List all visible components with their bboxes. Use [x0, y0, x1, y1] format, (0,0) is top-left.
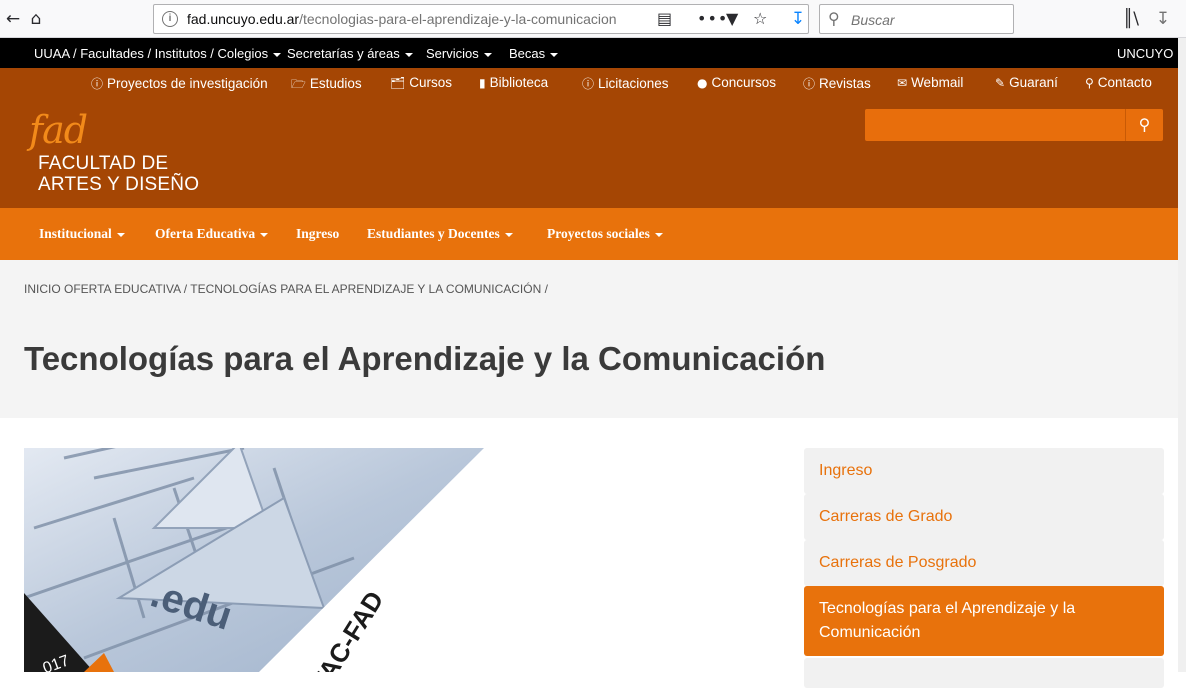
browser-search-input[interactable]: ⚲ Buscar: [819, 4, 1014, 34]
uncuyo-topbar: UUAA / Facultades / Institutos / Colegio…: [0, 38, 1186, 68]
util-item-biblioteca[interactable]: ▮ Biblioteca: [479, 75, 548, 90]
logo-line-2: ARTES Y DISEÑO: [38, 174, 200, 195]
reader-view-icon[interactable]: ▤: [657, 9, 672, 28]
logo-line-1: FACULTAD DE: [38, 153, 169, 174]
map-marker-icon: ⚲: [1085, 76, 1094, 90]
more-actions-icon[interactable]: •••: [697, 9, 728, 28]
url-text[interactable]: fad.uncuyo.edu.ar/tecnologias-para-el-ap…: [187, 11, 617, 27]
downloads-panel-icon[interactable]: ↧: [1152, 8, 1174, 30]
bookmark-star-icon[interactable]: ☆: [753, 9, 767, 28]
caret-down-icon: [483, 52, 492, 57]
caret-down-icon: [550, 52, 559, 57]
main-nav: Institucional Oferta Educativa Ingreso E…: [0, 208, 1186, 260]
book-icon: ▮: [479, 76, 486, 90]
scrollbar[interactable]: [1178, 38, 1186, 672]
util-item-guarani[interactable]: ✎ Guaraní: [995, 75, 1058, 90]
topbar-item-uuaa[interactable]: UUAA / Facultades / Institutos / Colegio…: [34, 46, 282, 61]
util-item-licitaciones[interactable]: ⓘ Licitaciones: [582, 75, 669, 92]
edit-icon: ✎: [995, 76, 1006, 90]
keyboard-illustration: .edu 017 TAC-FAD: [24, 448, 484, 672]
topbar-item-servicios[interactable]: Servicios: [426, 46, 492, 61]
breadcrumb[interactable]: INICIO OFERTA EDUCATIVA / TECNOLOGÍAS PA…: [24, 282, 548, 296]
browser-toolbar: ← ⌂ i fad.uncuyo.edu.ar/tecnologias-para…: [0, 0, 1186, 38]
address-bar[interactable]: i fad.uncuyo.edu.ar/tecnologias-para-el-…: [153, 4, 809, 34]
topbar-item-secretarias[interactable]: Secretarías y áreas: [287, 46, 413, 61]
home-icon[interactable]: ⌂: [25, 8, 47, 30]
util-item-concursos[interactable]: ● Concursos: [697, 75, 776, 90]
user-icon: ●: [697, 76, 708, 90]
util-item-revistas[interactable]: ⓘ Revistas: [803, 75, 871, 92]
page-header-area: INICIO OFERTA EDUCATIVA / TECNOLOGÍAS PA…: [0, 260, 1186, 418]
nav-item-ingreso[interactable]: Ingreso: [296, 226, 339, 242]
envelope-icon: ✉: [897, 76, 908, 90]
sidebar-item-carreras-posgrado[interactable]: Carreras de Posgrado: [804, 540, 1164, 586]
search-icon: ⚲: [1138, 115, 1151, 134]
info-icon: ⓘ: [91, 77, 104, 91]
caret-down-icon: [260, 232, 269, 237]
hero-image: .edu 017 TAC-FAD: [24, 448, 484, 672]
sidebar-item-tac[interactable]: Tecnologías para el Aprendizaje y la Com…: [804, 586, 1164, 656]
folder-icon: 🗁: [291, 77, 306, 91]
logo-mark: fad: [29, 108, 88, 152]
site-search-button[interactable]: ⚲: [1125, 109, 1163, 141]
caret-down-icon: [504, 232, 513, 237]
sidebar-item-ingreso[interactable]: Ingreso: [804, 448, 1164, 494]
nav-item-oferta-educativa[interactable]: Oferta Educativa: [155, 226, 269, 242]
folder-open-icon: 🗂: [390, 76, 406, 90]
util-item-cursos[interactable]: 🗂 Cursos: [390, 75, 452, 90]
sidebar-item-carreras-grado[interactable]: Carreras de Grado: [804, 494, 1164, 540]
info-icon[interactable]: i: [162, 11, 178, 27]
page-title: Tecnologías para el Aprendizaje y la Com…: [24, 340, 826, 377]
util-item-contacto[interactable]: ⚲ Contacto: [1085, 75, 1152, 90]
nav-item-institucional[interactable]: Institucional: [39, 226, 125, 242]
caret-down-icon: [273, 52, 282, 57]
util-item-proyectos[interactable]: ⓘ Proyectos de investigación: [91, 75, 268, 92]
search-placeholder: Buscar: [851, 12, 895, 28]
info-icon: ⓘ: [803, 77, 816, 91]
library-icon[interactable]: ║\: [1120, 8, 1142, 30]
uncuyo-brand-link[interactable]: UNCUYO: [1117, 46, 1173, 61]
pocket-icon[interactable]: ▼: [726, 9, 738, 28]
download-icon[interactable]: ↧: [787, 8, 809, 30]
caret-down-icon: [116, 232, 125, 237]
nav-item-proyectos-sociales[interactable]: Proyectos sociales: [547, 226, 663, 242]
util-item-webmail[interactable]: ✉ Webmail: [897, 75, 963, 90]
back-icon[interactable]: ←: [2, 8, 24, 30]
util-item-estudios[interactable]: 🗁 Estudios: [291, 75, 362, 96]
nav-item-estudiantes-docentes[interactable]: Estudiantes y Docentes: [367, 226, 513, 242]
search-icon: ⚲: [828, 9, 840, 28]
caret-down-icon: [654, 232, 663, 237]
topbar-item-becas[interactable]: Becas: [509, 46, 559, 61]
site-header: fad FACULTAD DE ARTES Y DISEÑO ⚲: [0, 98, 1186, 208]
utility-nav: ⓘ Proyectos de investigación 🗁 Estudios 🗂 C…: [0, 68, 1186, 98]
site-search-input[interactable]: [865, 109, 1125, 141]
info-icon: ⓘ: [582, 77, 595, 91]
sidebar-item-next[interactable]: [804, 658, 1164, 688]
caret-down-icon: [404, 52, 413, 57]
